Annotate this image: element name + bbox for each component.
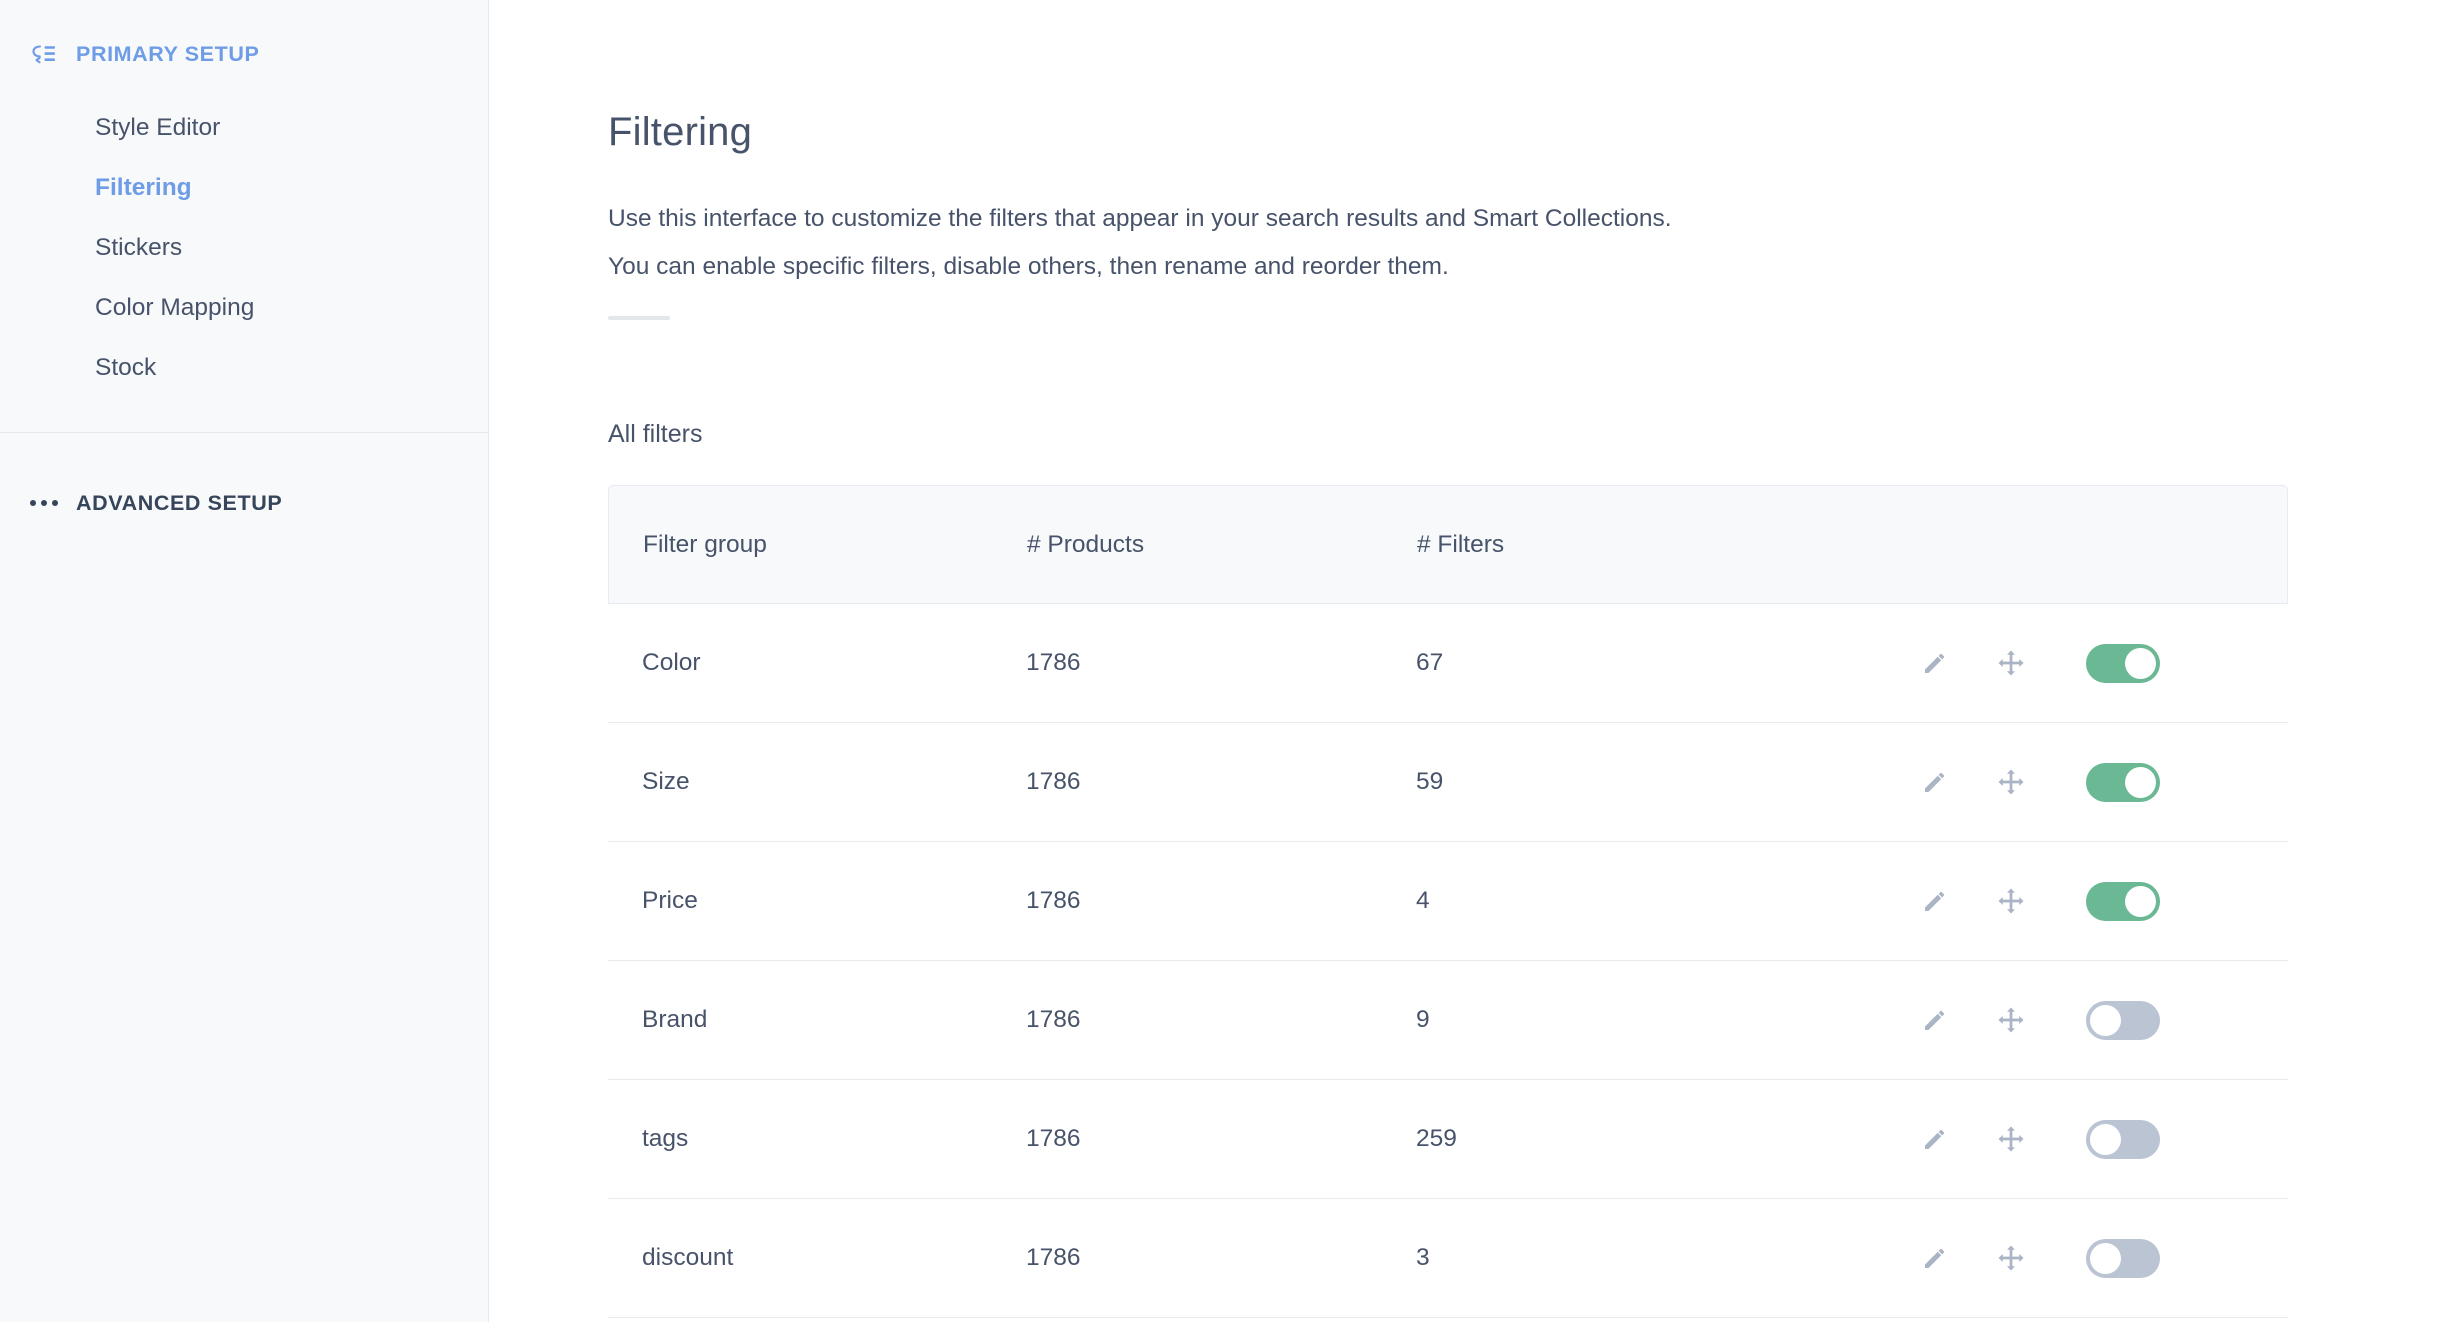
cell-products: 1786 [1026, 768, 1081, 795]
move-arrows-icon[interactable] [1994, 1122, 2028, 1156]
sidebar-section-primary-setup[interactable]: PRIMARY SETUP [0, 34, 488, 74]
pencil-icon[interactable] [1918, 765, 1952, 799]
sidebar-item-color-mapping[interactable]: Color Mapping [0, 278, 488, 338]
enable-toggle[interactable] [2086, 1119, 2160, 1159]
app-root: PRIMARY SETUP Style Editor Filtering Sti… [0, 0, 2440, 1322]
cell-filter-group: Color [642, 649, 701, 676]
row-actions [1918, 1119, 2288, 1159]
cell-filter-group: discount [642, 1244, 734, 1271]
cell-filter-group: Size [642, 768, 690, 795]
cell-products: 1786 [1026, 887, 1081, 914]
filters-table: Filter group # Products # Filters Color … [608, 485, 2288, 1318]
sidebar-advanced-block: ADVANCED SETUP [0, 433, 488, 523]
main-content: Filtering Use this interface to customiz… [489, 0, 2440, 1322]
sidebar: PRIMARY SETUP Style Editor Filtering Sti… [0, 0, 489, 1322]
move-arrows-icon[interactable] [1994, 646, 2028, 680]
cell-products: 1786 [1026, 1244, 1081, 1271]
filter-list-icon [30, 43, 64, 65]
page-title: Filtering [608, 110, 753, 154]
page-description-line-1: Use this interface to customize the filt… [608, 205, 1672, 232]
cell-filter-group: Brand [642, 1006, 708, 1033]
table-row: Color 1786 67 [608, 604, 2288, 723]
sidebar-section-advanced-label: ADVANCED SETUP [76, 490, 283, 515]
cell-products: 1786 [1026, 1006, 1081, 1033]
table-row: Brand 1786 9 [608, 961, 2288, 1080]
cell-filters: 259 [1416, 1125, 1457, 1152]
pencil-icon[interactable] [1918, 1122, 1952, 1156]
pencil-icon[interactable] [1918, 646, 1952, 680]
sidebar-item-filtering[interactable]: Filtering [0, 158, 488, 218]
cell-filters: 9 [1416, 1006, 1430, 1033]
enable-toggle[interactable] [2086, 643, 2160, 683]
cell-filters: 59 [1416, 768, 1444, 795]
sidebar-item-stickers[interactable]: Stickers [0, 218, 488, 278]
cell-products: 1786 [1026, 1125, 1081, 1152]
column-header-filters: # Filters [1417, 530, 1505, 558]
ellipsis-icon [30, 500, 64, 506]
row-actions [1918, 1000, 2288, 1040]
cell-filter-group: Price [642, 887, 698, 914]
cell-products: 1786 [1026, 649, 1081, 676]
pencil-icon[interactable] [1918, 1241, 1952, 1275]
table-row: Size 1786 59 [608, 723, 2288, 842]
sidebar-nav-list: Style Editor Filtering Stickers Color Ma… [0, 98, 488, 432]
table-header-row: Filter group # Products # Filters [608, 485, 2288, 604]
enable-toggle[interactable] [2086, 881, 2160, 921]
page-description-line-2: You can enable specific filters, disable… [608, 253, 1449, 280]
row-actions [1918, 643, 2288, 683]
move-arrows-icon[interactable] [1994, 884, 2028, 918]
column-header-filter-group: Filter group [643, 530, 767, 558]
row-actions [1918, 762, 2288, 802]
move-arrows-icon[interactable] [1994, 1241, 2028, 1275]
sidebar-section-advanced-setup[interactable]: ADVANCED SETUP [0, 483, 488, 523]
section-divider [608, 316, 670, 320]
cell-filters: 3 [1416, 1244, 1430, 1271]
row-actions [1918, 1238, 2288, 1278]
enable-toggle[interactable] [2086, 762, 2160, 802]
sidebar-section-primary-label: PRIMARY SETUP [76, 41, 260, 66]
cell-filter-group: tags [642, 1125, 689, 1152]
enable-toggle[interactable] [2086, 1000, 2160, 1040]
pencil-icon[interactable] [1918, 1003, 1952, 1037]
enable-toggle[interactable] [2086, 1238, 2160, 1278]
column-header-products: # Products [1027, 530, 1145, 558]
row-actions [1918, 881, 2288, 921]
all-filters-heading: All filters [608, 420, 703, 448]
table-row: Price 1786 4 [608, 842, 2288, 961]
table-row: tags 1786 259 [608, 1080, 2288, 1199]
cell-filters: 4 [1416, 887, 1430, 914]
cell-filters: 67 [1416, 649, 1444, 676]
sidebar-item-style-editor[interactable]: Style Editor [0, 98, 488, 158]
move-arrows-icon[interactable] [1994, 765, 2028, 799]
pencil-icon[interactable] [1918, 884, 1952, 918]
move-arrows-icon[interactable] [1994, 1003, 2028, 1037]
page-description: Use this interface to customize the filt… [608, 195, 2440, 291]
table-row: discount 1786 3 [608, 1199, 2288, 1318]
sidebar-item-stock[interactable]: Stock [0, 338, 488, 398]
